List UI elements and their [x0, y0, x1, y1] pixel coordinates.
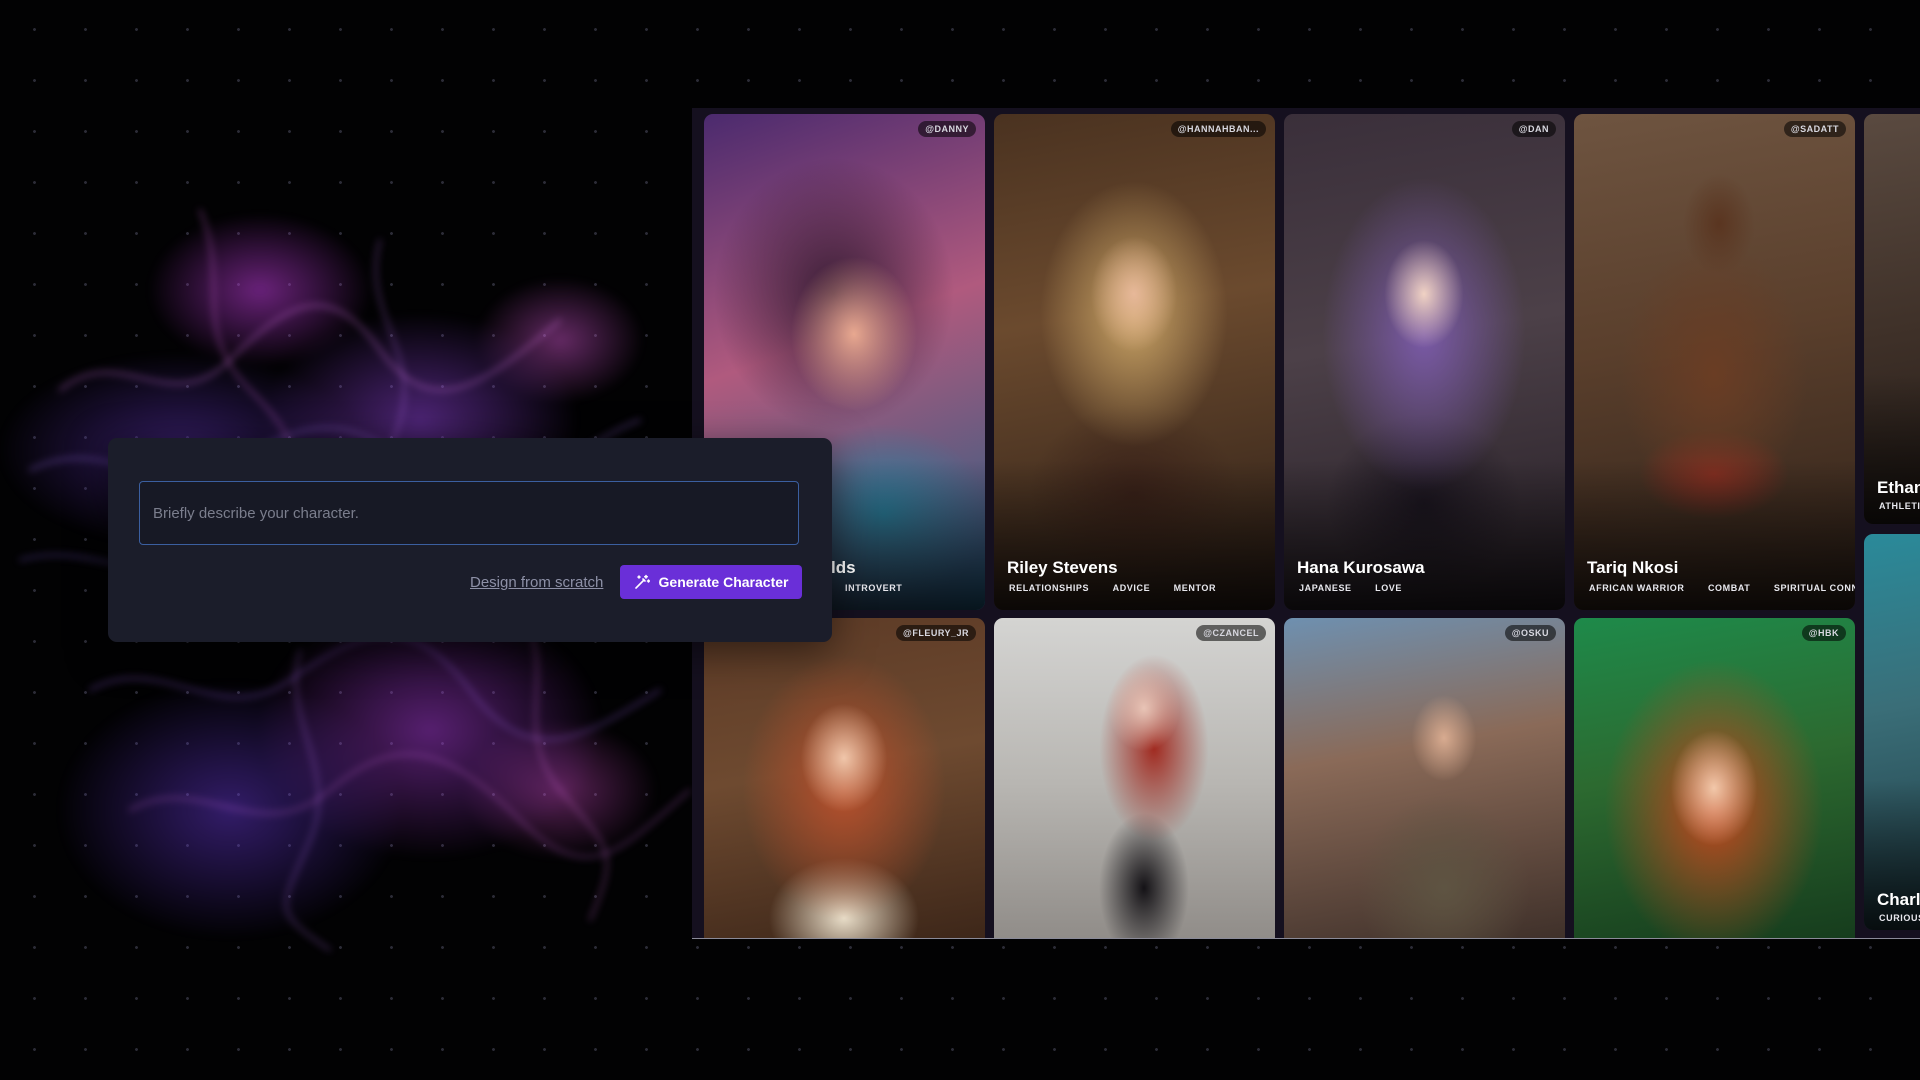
character-card[interactable]: @HBK [1574, 618, 1855, 938]
character-tag: MENTOR [1173, 583, 1217, 593]
creator-handle: @FLEURY_JR [896, 625, 976, 641]
character-tags: AFRICAN WARRIOR COMBAT SPIRITUAL CONNECT… [1589, 578, 1855, 596]
character-portrait [994, 618, 1275, 938]
character-description-input[interactable] [139, 481, 799, 545]
creator-handle: @HBK [1801, 625, 1846, 641]
character-tags: JAPANESE LOVE [1299, 578, 1421, 596]
character-tag: INTROVERT [845, 583, 903, 593]
generate-character-button[interactable]: Generate Character [620, 565, 802, 599]
character-tags: ATHLETI [1879, 496, 1920, 514]
creator-handle: @HANNAHBAN... [1170, 121, 1266, 137]
character-portrait [1574, 618, 1855, 938]
character-gallery: @DANNY lds INTROVERT @HANNAHBAN... Riley… [692, 108, 1920, 939]
character-tag: AFRICAN WARRIOR [1589, 583, 1685, 593]
creator-handle: @DANNY [918, 121, 976, 137]
character-card[interactable]: @OSKU [1284, 618, 1565, 938]
character-card[interactable]: @FLEURY_JR [704, 618, 985, 938]
character-tags: CURIOUS [1879, 908, 1920, 926]
creator-handle: @DAN [1511, 121, 1556, 137]
generate-character-label: Generate Character [658, 574, 789, 590]
character-portrait [1284, 618, 1565, 938]
character-tag: JAPANESE [1299, 583, 1352, 593]
character-card[interactable]: @DAN Hana Kurosawa JAPANESE LOVE [1284, 114, 1565, 610]
character-tag: COMBAT [1707, 583, 1751, 593]
character-tags: RELATIONSHIPS ADVICE MENTOR [1009, 578, 1235, 596]
character-tag: LOVE [1375, 583, 1403, 593]
character-tag: CURIOUS [1879, 913, 1920, 923]
character-card[interactable]: Charl CURIOUS [1864, 534, 1920, 930]
character-tag: SPIRITUAL CONNECTIO [1773, 583, 1855, 593]
character-card[interactable]: @SADATT Tariq Nkosi AFRICAN WARRIOR COMB… [1574, 114, 1855, 610]
character-name: Ethan [1877, 478, 1920, 497]
character-name: Tariq Nkosi [1587, 558, 1679, 577]
character-card[interactable]: @CZANCEL [994, 618, 1275, 938]
creator-handle: @SADATT [1783, 121, 1846, 137]
character-tag: ATHLETI [1879, 501, 1920, 511]
character-portrait [704, 618, 985, 938]
character-card[interactable]: Ethan ATHLETI [1864, 114, 1920, 524]
magic-wand-icon [634, 574, 650, 590]
character-name: lds [831, 558, 856, 577]
design-from-scratch-link[interactable]: Design from scratch [470, 574, 603, 591]
character-card[interactable]: @HANNAHBAN... Riley Stevens RELATIONSHIP… [994, 114, 1275, 610]
creator-handle: @CZANCEL [1196, 625, 1266, 641]
character-name: Hana Kurosawa [1297, 558, 1425, 577]
character-tags: INTROVERT [845, 578, 921, 596]
character-name: Charl [1877, 890, 1920, 909]
character-name: Riley Stevens [1007, 558, 1118, 577]
character-creator-panel: Design from scratch Generate Character [108, 438, 832, 642]
character-tag: RELATIONSHIPS [1009, 583, 1090, 593]
page-background: @DANNY lds INTROVERT @HANNAHBAN... Riley… [0, 0, 1920, 1080]
creator-handle: @OSKU [1504, 625, 1556, 641]
character-tag: ADVICE [1112, 583, 1151, 593]
